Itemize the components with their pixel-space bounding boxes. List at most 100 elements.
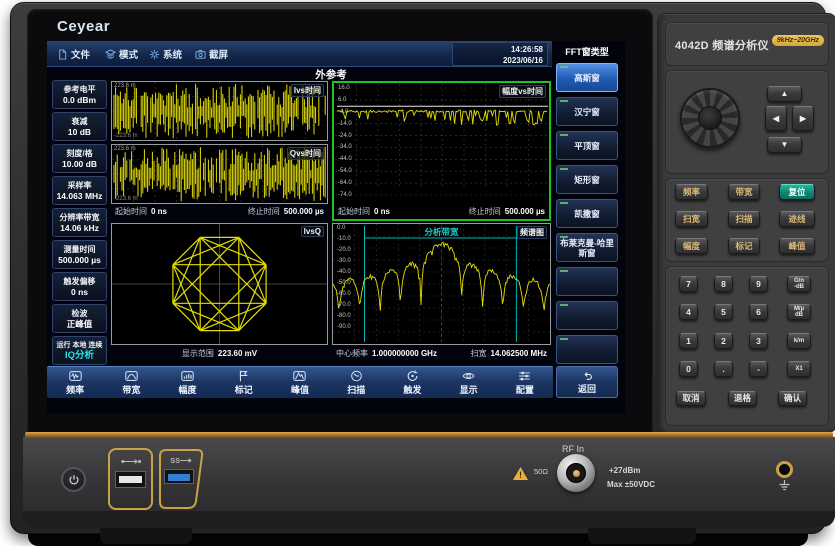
warning-icon: ! <box>512 466 529 481</box>
toolbar-config[interactable]: 配置 <box>497 367 553 398</box>
key-unit-kilo[interactable]: k/m <box>787 333 811 349</box>
toolbar-back-button[interactable]: 返回 <box>556 366 618 398</box>
readout-label: 参考电平 <box>64 85 96 95</box>
readout-run-state: 运行 本地 连续IQ分析 <box>52 336 107 365</box>
readout-value: 14.06 kHz <box>60 223 99 233</box>
menu-item-mode[interactable]: 模式 <box>105 41 138 67</box>
rf-connector-pin <box>573 470 580 477</box>
key-bandwidth[interactable]: 带宽 <box>728 184 760 200</box>
soft-button-hanning-window[interactable]: 汉宁窗 <box>556 97 618 126</box>
y-min-label: -223.6 m <box>114 196 138 202</box>
menu-item-label: 模式 <box>119 47 138 61</box>
key-3[interactable]: 3 <box>749 333 768 349</box>
y-min-label: -223.6 m <box>114 133 138 139</box>
key-unit-giga[interactable]: G/n -dB <box>787 276 811 292</box>
usb3-tongue <box>168 474 190 481</box>
soft-button-gaussian-window[interactable]: 高斯窗 <box>556 63 618 92</box>
center-frequency: 中心频率1.000000000 GHz <box>336 348 437 359</box>
readout-sample-rate: 采样率14.063 MHz <box>52 176 107 205</box>
key-0[interactable]: 0 <box>679 361 698 377</box>
key-cancel[interactable]: 取消 <box>676 391 706 406</box>
key-6[interactable]: 6 <box>749 304 768 320</box>
key-9[interactable]: 9 <box>749 276 768 292</box>
soft-button-flattop-window[interactable]: 平顶窗 <box>556 131 618 160</box>
key-decimal[interactable]: . <box>714 361 733 377</box>
key-unit-mega[interactable]: M/µ dB <box>787 304 811 320</box>
i-vs-time-panel: 223.6 m -223.6 m Ivs时间 <box>111 81 328 141</box>
arrow-up-key[interactable]: ▲ <box>767 86 802 102</box>
toolbar-label: 配置 <box>516 383 534 396</box>
toolbar-sweep[interactable]: 扫描 <box>328 367 384 398</box>
arrow-left-key[interactable]: ◀ <box>765 106 787 131</box>
key-backspace[interactable]: 退格 <box>728 391 757 406</box>
span: 扫宽14.062500 MHz <box>471 348 547 359</box>
toolbar-trigger[interactable]: 触发 <box>384 367 440 398</box>
readout-value: 500.000 µs <box>58 255 101 265</box>
key-2[interactable]: 2 <box>714 333 733 349</box>
key-span[interactable]: 扫宽 <box>675 211 708 227</box>
key-5[interactable]: 5 <box>714 304 733 320</box>
menu-item-system[interactable]: 系统 <box>149 41 182 67</box>
arrow-right-key[interactable]: ▶ <box>792 106 814 131</box>
toolbar-marker[interactable]: 标记 <box>216 367 272 398</box>
usb-ss-icon: SS <box>157 452 209 470</box>
toolbar-label: 带宽 <box>122 383 140 396</box>
soft-button-empty[interactable] <box>556 301 618 330</box>
toolbar-peak[interactable]: 峰值 <box>272 367 328 398</box>
toolbar-frequency[interactable]: 频率 <box>47 367 103 398</box>
key-1[interactable]: 1 <box>679 333 698 349</box>
soft-button-empty[interactable] <box>556 267 618 296</box>
soft-button-kaiser-window[interactable]: 凯撒窗 <box>556 199 618 228</box>
toolbar-amplitude[interactable]: 幅度 <box>159 367 215 398</box>
stop-time: 终止时间500.000 µs <box>248 206 324 217</box>
clock-date: 2023/06/16 <box>453 55 543 66</box>
key-peak[interactable]: 峰值 <box>779 238 815 254</box>
soft-button-empty[interactable] <box>556 335 618 364</box>
readout-label: 测量时间 <box>64 245 96 255</box>
spectrum-panel: 0.0-10.0-20.0-30.0-40.0-50.0-60.0-70.0-8… <box>332 223 551 345</box>
start-time: 起始时间0 ns <box>115 206 167 217</box>
toolbar-bandwidth[interactable]: 带宽 <box>103 367 159 398</box>
marker-flag-icon <box>236 369 251 383</box>
soft-button-rectangular-window[interactable]: 矩形窗 <box>556 165 618 194</box>
instrument-chassis: Ceyear 文件 模式 系统 截屏 <box>10 2 826 534</box>
power-button[interactable] <box>61 467 86 492</box>
key-reset[interactable]: 复位 <box>779 184 815 200</box>
toolbar-display[interactable]: 显示 <box>441 367 497 398</box>
file-icon <box>57 49 68 60</box>
readout-label: 运行 本地 连续 <box>57 341 103 351</box>
key-4[interactable]: 4 <box>679 304 698 320</box>
back-icon <box>581 370 594 382</box>
key-marker[interactable]: 标记 <box>728 238 760 254</box>
key-trace[interactable]: 迹线 <box>779 211 815 227</box>
readout-scale-div: 刻度/格10.00 dB <box>52 144 107 173</box>
toolbar-label: 幅度 <box>179 383 197 396</box>
arrow-down-key[interactable]: ▼ <box>767 137 802 153</box>
display-eye-icon <box>461 369 476 383</box>
lcd-screen: 文件 模式 系统 截屏 14:26:58 2023/06/16 <box>47 41 625 413</box>
key-frequency[interactable]: 频率 <box>675 184 708 200</box>
menu-item-file[interactable]: 文件 <box>57 41 90 67</box>
svg-text:SS: SS <box>170 456 180 465</box>
key-minus[interactable]: - <box>749 361 768 377</box>
instrument-foot <box>100 528 192 544</box>
toolbar-label: 显示 <box>460 383 478 396</box>
max-dc-label: Max ±50VDC <box>607 480 655 489</box>
usb-icon <box>110 453 151 471</box>
toolbar-label: 峰值 <box>291 383 309 396</box>
readout-value: 正峰值 <box>67 319 93 329</box>
soft-button-blackman-harris-window[interactable]: 布莱克曼-哈里斯窗 <box>556 233 618 262</box>
frequency-icon <box>68 369 83 383</box>
readout-attenuation: 衰减10 dB <box>52 112 107 141</box>
key-amplitude[interactable]: 幅度 <box>675 238 708 254</box>
menu-item-screenshot[interactable]: 截屏 <box>195 41 228 67</box>
layers-icon <box>105 49 116 60</box>
key-x1[interactable]: X1 <box>787 361 811 377</box>
rotary-knob[interactable] <box>680 88 740 148</box>
key-confirm[interactable]: 确认 <box>778 391 807 406</box>
readout-label: 检波 <box>72 309 88 319</box>
key-7[interactable]: 7 <box>679 276 698 292</box>
stop-time: 终止时间500.000 µs <box>469 206 545 217</box>
key-8[interactable]: 8 <box>714 276 733 292</box>
key-sweep[interactable]: 扫描 <box>728 211 760 227</box>
